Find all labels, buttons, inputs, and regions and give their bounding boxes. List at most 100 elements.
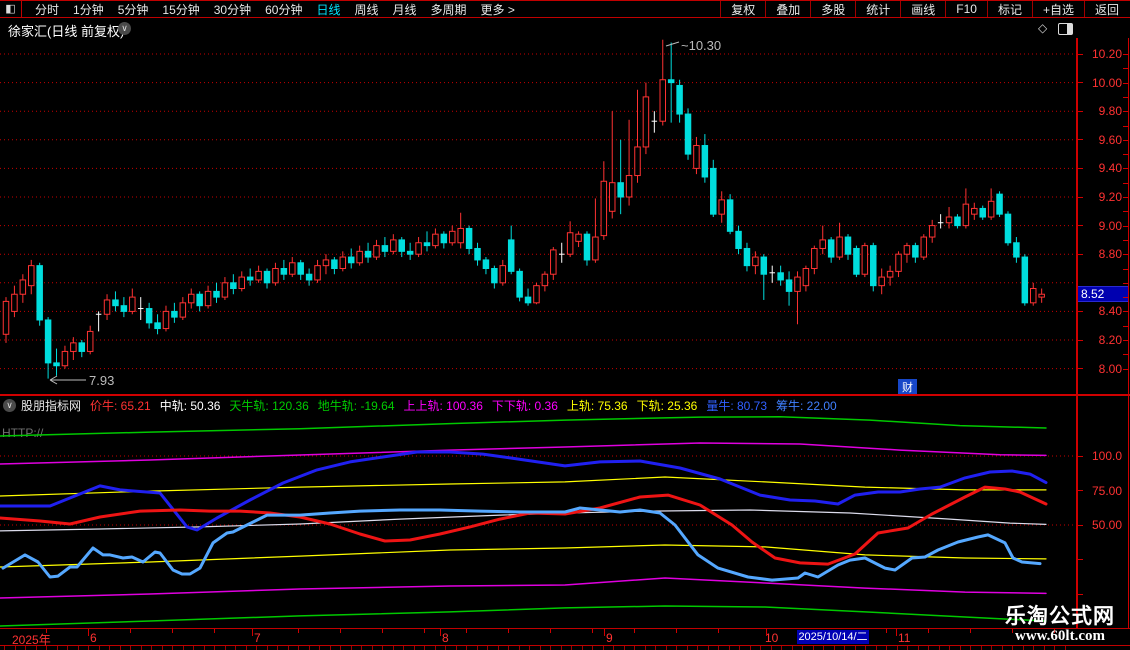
action-button[interactable]: 多股 <box>810 1 855 17</box>
period-tab[interactable]: 分时 <box>28 1 66 18</box>
axis-tick <box>1078 139 1083 140</box>
watermark: 乐淘公式网 www.60lt.com <box>985 600 1130 645</box>
timeline-bottom-tick <box>981 646 982 650</box>
timeline-bottom-tick <box>319 646 320 650</box>
action-button[interactable]: 叠加 <box>765 1 810 17</box>
period-tab[interactable]: 月线 <box>386 1 424 18</box>
timeline-bottom-tick <box>1023 646 1024 650</box>
timeline-tick-minor <box>928 629 929 633</box>
timeline-bottom-tick <box>529 646 530 650</box>
period-tab[interactable]: 1分钟 <box>66 1 111 18</box>
price-axis-label: 8.20 <box>1099 333 1122 347</box>
timeline-tick-minor <box>46 629 47 633</box>
period-tab[interactable]: 30分钟 <box>207 1 258 18</box>
period-tab[interactable]: 日线 <box>309 1 347 18</box>
axis-tick <box>1078 168 1083 169</box>
action-button[interactable]: 复权 <box>720 1 765 17</box>
action-button[interactable]: 返回 <box>1084 1 1129 17</box>
timeline-tick-major <box>766 629 767 636</box>
axis-tick <box>1078 525 1083 526</box>
action-button[interactable]: +自选 <box>1032 1 1084 17</box>
indicator-chart[interactable]: HTTP:// <box>0 415 1077 628</box>
timeline-label: 10 <box>765 631 778 645</box>
legend-item: 上上轨: 100.36 <box>404 397 483 414</box>
timeline-tick-minor <box>592 629 593 633</box>
timeline-tick-minor <box>424 629 425 633</box>
timeline-bottom-tick <box>687 646 688 650</box>
axis-tick <box>1078 82 1083 83</box>
diamond-icon[interactable]: ◇ <box>1038 21 1047 35</box>
period-tab[interactable]: 多周期 <box>424 1 474 18</box>
action-button[interactable]: 标记 <box>987 1 1032 17</box>
timeline-bottom-tick <box>204 646 205 650</box>
timeline-bottom-tick <box>1002 646 1003 650</box>
timeline-bottom-tick <box>771 646 772 650</box>
timeline-bottom-tick <box>141 646 142 650</box>
price-axis: 8.52 10.2010.009.809.609.409.209.008.808… <box>1077 38 1130 396</box>
collapse-chevron-icon[interactable]: ∨ <box>3 399 16 412</box>
timeline-bottom-tick <box>781 646 782 650</box>
candlestick-chart[interactable]: ~10.307.93财 <box>0 38 1077 396</box>
timeline-bottom-tick <box>792 646 793 650</box>
chevron-down-icon[interactable]: ∨ <box>118 22 131 35</box>
timeline-bottom-tick <box>907 646 908 650</box>
period-tab[interactable]: 5分钟 <box>111 1 156 18</box>
period-tab[interactable]: 60分钟 <box>258 1 309 18</box>
indicator-axis-label: 50.00 <box>1092 518 1122 532</box>
timeline-tick-major <box>604 629 605 636</box>
legend-item: 量牛: 80.73 <box>706 397 767 414</box>
axis-tick <box>1078 197 1083 198</box>
top-toolbar: ◧ 分时1分钟5分钟15分钟30分钟60分钟日线周线月线多周期更多 > 复权叠加… <box>0 0 1130 18</box>
indicator-line-天牛轨 <box>0 417 1046 436</box>
action-button[interactable]: F10 <box>945 1 987 17</box>
timeline-tick-minor <box>676 629 677 633</box>
axis-tick <box>1078 559 1083 560</box>
period-tab[interactable]: 更多 > <box>474 1 522 18</box>
timeline-label: 2025年 <box>12 631 51 648</box>
timeline-tick-minor <box>634 629 635 633</box>
timeline-bottom-tick <box>456 646 457 650</box>
timeline-tick-minor <box>550 629 551 633</box>
timeline-bottom-tick <box>718 646 719 650</box>
timeline-tick-minor <box>214 629 215 633</box>
legend-item: 中轨: 50.36 <box>160 397 221 414</box>
timeline-label: 9 <box>606 631 613 645</box>
period-tab[interactable]: 15分钟 <box>155 1 206 18</box>
timeline-bottom-tick <box>498 646 499 650</box>
timeline-bottom-tick <box>708 646 709 650</box>
period-tab[interactable]: 周线 <box>347 1 385 18</box>
last-price-box: 8.52 <box>1077 286 1129 302</box>
price-axis-label: 8.80 <box>1099 247 1122 261</box>
layout-icon[interactable]: ◧ <box>0 1 22 17</box>
timeline[interactable]: 2025/10/14/二 2025年67891011 <box>0 628 1130 650</box>
price-axis-label: 8.40 <box>1099 304 1122 318</box>
timeline-bottom-tick <box>550 646 551 650</box>
price-axis-label: 9.80 <box>1099 104 1122 118</box>
timeline-bottom-tick <box>834 646 835 650</box>
period-menu: 分时1分钟5分钟15分钟30分钟60分钟日线周线月线多周期更多 > <box>22 1 522 18</box>
price-axis-label: 10.00 <box>1092 76 1122 90</box>
panel-toggle-icon[interactable] <box>1058 23 1073 35</box>
timeline-bottom-tick <box>676 646 677 650</box>
action-button[interactable]: 画线 <box>900 1 945 17</box>
indicator-line-下轨 <box>0 545 1046 567</box>
timeline-bottom-tick <box>624 646 625 650</box>
timeline-bottom-tick <box>235 646 236 650</box>
timeline-bottom-tick <box>172 646 173 650</box>
price-axis-label: 10.20 <box>1092 47 1122 61</box>
svg-text:7.93: 7.93 <box>89 373 114 388</box>
timeline-bottom-tick <box>634 646 635 650</box>
legend-item: 下轨: 25.36 <box>637 397 698 414</box>
action-button[interactable]: 统计 <box>855 1 900 17</box>
timeline-bottom-tick <box>739 646 740 650</box>
timeline-label: 7 <box>254 631 261 645</box>
timeline-bottom-tick <box>193 646 194 650</box>
timeline-bottom-tick <box>309 646 310 650</box>
timeline-bottom-tick <box>445 646 446 650</box>
title-bar: 徐家汇(日线 前复权) ∨ ◇ <box>0 18 1130 38</box>
timeline-bottom-tick <box>277 646 278 650</box>
timeline-bottom-tick <box>1012 646 1013 650</box>
indicator-line-筹牛 <box>3 508 1040 580</box>
timeline-bottom-tick <box>655 646 656 650</box>
timeline-bottom-tick <box>508 646 509 650</box>
